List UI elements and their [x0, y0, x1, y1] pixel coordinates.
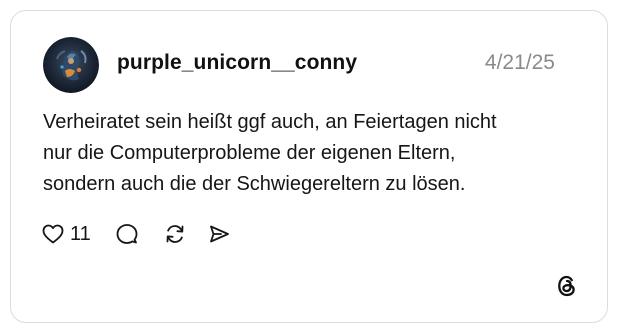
- post-text: Verheiratet sein heißt ggf auch, an Feie…: [43, 107, 583, 200]
- repost-button[interactable]: [163, 222, 187, 246]
- post-text-line: sondern auch die der Schwiegereltern zu …: [43, 173, 466, 195]
- share-button[interactable]: [207, 222, 231, 246]
- avatar[interactable]: [43, 37, 99, 93]
- post-text-line: nur die Computerprobleme der eigenen Elt…: [43, 142, 456, 164]
- threads-logo-icon: [558, 275, 575, 297]
- repost-icon: [166, 225, 184, 243]
- post-date: 4/21/25: [484, 51, 555, 74]
- action-bar: 11: [41, 221, 231, 247]
- send-icon: [209, 225, 229, 243]
- comment-icon: [116, 224, 138, 244]
- post-card: purple_unicorn__conny 4/21/25 Verheirate…: [10, 10, 608, 323]
- like-count: 11: [70, 222, 91, 245]
- post-text-line: Verheiratet sein heißt ggf auch, an Feie…: [43, 111, 497, 133]
- like-button[interactable]: 11: [41, 222, 91, 246]
- username[interactable]: purple_unicorn__conny: [117, 51, 357, 75]
- heart-icon: [42, 224, 64, 244]
- reply-button[interactable]: [115, 222, 139, 246]
